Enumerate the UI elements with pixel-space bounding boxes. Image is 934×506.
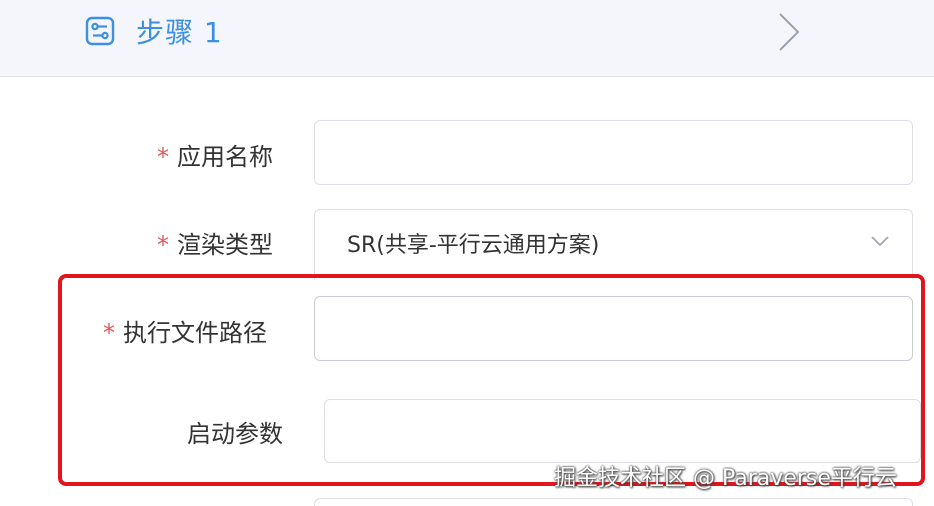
page: 步骤 1 * 应用名称 * 渲染类型 SR(共享-平行云通用方案) * 执行文件路径 …	[0, 0, 934, 506]
chevron-right-icon[interactable]	[776, 11, 802, 53]
required-mark: *	[157, 143, 169, 171]
highlight-box	[58, 274, 925, 486]
chevron-down-icon[interactable]	[870, 234, 890, 248]
required-mark: *	[157, 231, 169, 259]
step-header[interactable]: 步骤 1	[0, 0, 934, 77]
app-name-field[interactable]	[314, 120, 913, 185]
app-name-label: * 应用名称	[157, 143, 273, 171]
app-name-input[interactable]	[315, 121, 912, 184]
step-title: 步骤 1	[136, 16, 223, 49]
steps-icon	[85, 16, 115, 46]
render-type-value: SR(共享-平行云通用方案)	[347, 233, 600, 258]
watermark: 掘金技术社区 @ Paraverse平行云	[554, 466, 897, 491]
render-type-select[interactable]: SR(共享-平行云通用方案)	[314, 209, 913, 279]
render-type-label: * 渲染类型	[157, 231, 273, 259]
next-field[interactable]	[314, 498, 913, 506]
